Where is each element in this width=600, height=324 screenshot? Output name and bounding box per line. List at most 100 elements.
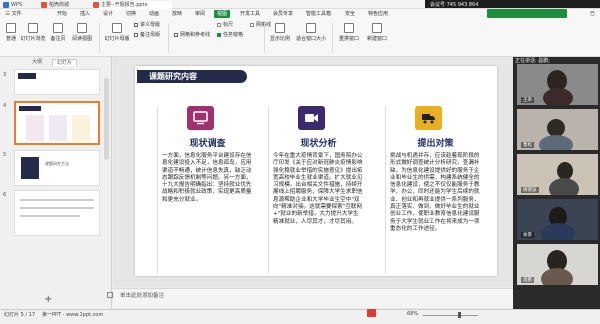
zoom-icon: [275, 23, 285, 33]
slide-master-icon: [112, 23, 122, 33]
thumb-panel: [21, 157, 39, 179]
participant-body: [549, 178, 579, 195]
slide-thumbnail-6[interactable]: [14, 190, 100, 236]
handout-master-button[interactable]: 讲义母版: [134, 22, 160, 29]
video-tile[interactable]: 昌鹏: [517, 244, 598, 285]
grid-icon: [174, 32, 178, 37]
truck-icon: [422, 114, 435, 124]
meeting-toolbar[interactable]: [487, 9, 567, 18]
add-slide-button[interactable]: +: [44, 294, 52, 305]
thumb-card: [72, 115, 90, 141]
thumb-line: [20, 207, 94, 209]
task-pane-checkbox[interactable]: 任务窗格: [217, 32, 243, 39]
new-window-button[interactable]: 新建窗口: [364, 23, 390, 42]
current-speaker: 正在讲话: 昌鹏;: [515, 58, 550, 64]
thumb-title: 课题研究方法: [45, 161, 69, 166]
card-title: 现状分析: [300, 139, 337, 149]
arrange-windows-button[interactable]: 重排窗口: [336, 23, 362, 42]
participant-body: [541, 268, 573, 285]
thumb-line: [20, 199, 94, 201]
menu-transitions[interactable]: 切换: [123, 10, 139, 18]
ribbon: 普通 幻灯片浏览 备注页 阅读视图 幻灯片母版 讲义母版 备注母版 网格和参考线…: [0, 19, 600, 57]
card-title: 现状调查: [189, 139, 226, 149]
ruler-checkbox-box[interactable]: [217, 22, 221, 27]
fit-window-button[interactable]: 适合窗口大小: [293, 23, 329, 42]
grid-guides-button[interactable]: 网格和参考线: [174, 32, 210, 39]
task-pane-checkbox-box[interactable]: [217, 32, 221, 37]
video-tile[interactable]: 鲁松: [517, 109, 598, 150]
participant-body: [543, 88, 573, 105]
document-tab[interactable]: 主要--开题报告.pptx: [92, 1, 172, 9]
play-slideshow-button[interactable]: [367, 309, 376, 317]
ribbon-divider: [264, 23, 265, 53]
arrange-windows-icon: [344, 23, 354, 33]
menu-review[interactable]: 审阅: [192, 10, 208, 18]
shop-tab[interactable]: 稻壳商城: [40, 1, 69, 9]
slide-master-button[interactable]: 幻灯片母版: [103, 23, 131, 42]
slide-thumbnail-5[interactable]: 课题研究方法: [14, 150, 100, 186]
zoom-button[interactable]: 显示比例: [268, 23, 292, 42]
thumbnail-scrollbar[interactable]: [104, 78, 109, 160]
wps-tab[interactable]: WPS: [2, 1, 22, 9]
notes-page-button[interactable]: 备注页: [48, 23, 68, 42]
wps-logo-icon: [3, 2, 9, 8]
participant-body: [539, 135, 573, 150]
slide-sorter-button[interactable]: 幻灯片浏览: [20, 23, 46, 42]
participant-body: [541, 223, 575, 240]
ribbon-divider: [332, 23, 333, 53]
menu-member[interactable]: 会员专享: [270, 10, 296, 18]
card-body: 今年在重大疫情背景下，国务院办公厅印发《关于应对新冠肺炎疫情影响强化稳就业举措的…: [273, 153, 363, 225]
zoom-level: 68%: [407, 311, 419, 317]
participant-name: 王荣: [521, 97, 534, 103]
meeting-id: 会议号 745 943 864: [430, 2, 479, 8]
menu-slideshow[interactable]: 放映: [169, 10, 185, 18]
tv-icon: [193, 111, 208, 125]
card-countermeasures[interactable]: 提出对策 挑战与机遇并存，应该趁着现阶段的形式做好调查统计分析研究，查漏补缺，为…: [385, 106, 484, 274]
menu-view[interactable]: 视图: [214, 10, 231, 18]
tab-outline[interactable]: 大纲: [28, 59, 46, 66]
slide-thumbnail-3[interactable]: [14, 69, 100, 95]
reading-view-button[interactable]: 阅读视图: [70, 23, 94, 42]
notes-pane[interactable]: [113, 288, 513, 308]
participant-name: 鲁松: [521, 142, 534, 148]
notes-master-icon: [134, 32, 138, 37]
thumb-line: [20, 215, 80, 217]
ribbon-divider: [99, 23, 100, 53]
shop-icon: [41, 2, 47, 8]
handout-master-icon: [134, 22, 138, 27]
notes-master-button[interactable]: 备注母版: [134, 32, 160, 39]
menu-file[interactable]: 三 文件: [2, 10, 25, 18]
fit-window-icon: [306, 23, 316, 33]
menu-smart-tools[interactable]: 智能工具箱: [303, 10, 334, 18]
menu-animation[interactable]: 动画: [146, 10, 162, 18]
tab-slides[interactable]: 幻灯片: [52, 59, 78, 66]
gridlines-checkbox-box[interactable]: [250, 22, 254, 27]
zoom-slider-handle[interactable]: [458, 312, 461, 318]
video-tile[interactable]: 王荣: [517, 64, 598, 105]
video-tile[interactable]: 徐景: [517, 199, 598, 240]
menu-features[interactable]: 特色应用: [365, 10, 391, 18]
menu-security[interactable]: 安全: [342, 10, 358, 18]
notes-icon: [107, 292, 113, 298]
menu-devtools[interactable]: 开发工具: [237, 10, 263, 18]
menu-right-indicator: 已: [590, 11, 596, 17]
slide[interactable]: 课题研究内容 现状调查 一方面，信息化服务平台建设存在信息化建设投入不足，信息孤…: [135, 66, 497, 276]
card-analysis[interactable]: 现状分析 今年在重大疫情背景下，国务院办公厅印发《关于应对新冠肺炎疫情影响强化稳…: [268, 106, 367, 274]
normal-view-icon: [6, 23, 16, 33]
card-survey[interactable]: 现状调查 一方面，信息化服务平台建设存在信息化建设投入不足，信息孤岛，应用渠道不…: [157, 106, 256, 274]
slide-thumbnail-4-selected[interactable]: [14, 101, 100, 145]
menu-design[interactable]: 设计: [100, 10, 116, 18]
camera-icon: [305, 114, 318, 122]
reading-view-icon: [77, 23, 87, 33]
slide-counter: 幻灯片 5 / 17: [4, 312, 35, 318]
notes-placeholder[interactable]: 单击此处添加备注: [120, 291, 164, 299]
ruler-checkbox[interactable]: 标尺: [217, 22, 233, 29]
menu-home[interactable]: 开始: [54, 10, 70, 18]
menu-insert[interactable]: 插入: [77, 10, 93, 18]
card-title: 提出对策: [417, 139, 454, 149]
thumb-title-bar: [19, 106, 41, 111]
normal-view-button[interactable]: 普通: [3, 23, 19, 42]
zoom-slider[interactable]: [423, 315, 478, 316]
video-tile[interactable]: 杨德波: [517, 154, 598, 195]
thumb-number: 4: [3, 103, 7, 109]
